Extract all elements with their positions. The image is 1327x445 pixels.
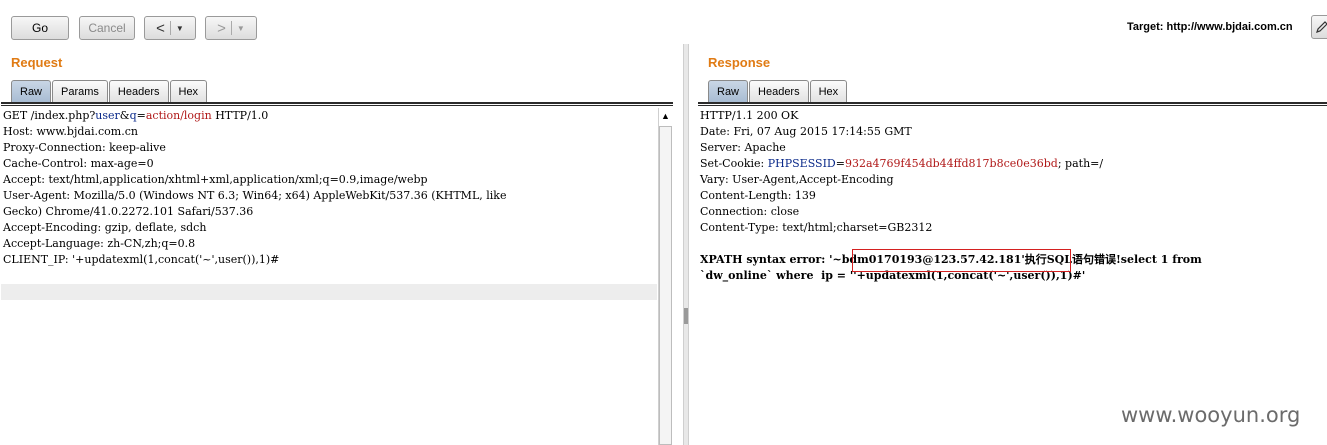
separator	[169, 21, 171, 35]
back-button[interactable]: < ▼	[144, 16, 196, 40]
tab-hex[interactable]: Hex	[809, 80, 848, 102]
request-line: Accept-Encoding: gzip, deflate, sdch	[3, 221, 207, 234]
request-tabs: Raw Params Headers Hex	[11, 80, 208, 102]
divider	[1, 105, 673, 106]
response-line: Vary: User-Agent,Accept-Encoding	[700, 173, 894, 186]
separator	[230, 21, 232, 35]
forward-arrow-icon: >	[217, 19, 226, 37]
tab-raw[interactable]: Raw	[708, 80, 749, 102]
request-line: Cache-Control: max-age=0	[3, 157, 154, 170]
request-line: Host: www.bjdai.com.cn	[3, 125, 138, 138]
request-line: User-Agent: Mozilla/5.0 (Windows NT 6.3;…	[3, 189, 507, 202]
tab-raw[interactable]: Raw	[11, 80, 52, 102]
scrollbar-thumb[interactable]	[659, 126, 672, 445]
cancel-button[interactable]: Cancel	[79, 16, 135, 40]
target-label: Target: http://www.bjdai.com.cn	[1127, 21, 1293, 33]
response-line: Server: Apache	[700, 141, 786, 154]
request-line: Accept: text/html,application/xhtml+xml,…	[3, 173, 428, 186]
tab-hex[interactable]: Hex	[169, 80, 208, 102]
splitter-grip-icon[interactable]	[684, 308, 688, 324]
divider	[1, 102, 673, 104]
request-line: Accept-Language: zh-CN,zh;q=0.8	[3, 237, 196, 250]
chevron-down-icon: ▼	[236, 23, 245, 33]
scroll-up-arrow-icon[interactable]: ▲	[661, 111, 670, 121]
edit-target-button[interactable]	[1311, 15, 1327, 39]
divider	[698, 102, 1327, 104]
request-line: CLIENT_IP: '+updatexml(1,concat('~',user…	[3, 253, 280, 266]
divider	[698, 105, 1327, 106]
response-line: Content-Length: 139	[700, 189, 816, 202]
request-title: Request	[11, 55, 63, 70]
pencil-icon	[1316, 21, 1327, 33]
tab-headers[interactable]: Headers	[108, 80, 169, 102]
request-line: Proxy-Connection: keep-alive	[3, 141, 166, 154]
highlight-annotation	[852, 249, 1071, 272]
response-line: Content-Type: text/html;charset=GB2312	[700, 221, 933, 234]
chevron-down-icon: ▼	[175, 23, 184, 33]
tab-params[interactable]: Params	[52, 80, 108, 102]
tab-headers[interactable]: Headers	[749, 80, 809, 102]
go-button[interactable]: Go	[11, 16, 69, 40]
forward-button[interactable]: > ▼	[205, 16, 257, 40]
watermark: www.wooyun.org	[1121, 403, 1301, 427]
response-line: HTTP/1.1 200 OK	[700, 109, 799, 122]
response-editor[interactable]: HTTP/1.1 200 OK Date: Fri, 07 Aug 2015 17…	[700, 108, 1103, 236]
request-line: GET /index.php?user&q=action/login HTTP/…	[3, 109, 269, 122]
current-line-highlight	[1, 284, 657, 300]
response-line: Connection: close	[700, 205, 800, 218]
pane-splitter[interactable]	[683, 44, 689, 445]
request-line: Gecko) Chrome/41.0.2272.101 Safari/537.3…	[3, 205, 254, 218]
response-title: Response	[708, 55, 771, 70]
back-arrow-icon: <	[156, 19, 165, 37]
request-editor[interactable]: GET /index.php?user&q=action/login HTTP/…	[3, 108, 506, 268]
response-line: Set-Cookie: PHPSESSID=932a4769f454db44ff…	[700, 157, 1104, 170]
response-tabs: Raw Headers Hex	[708, 80, 848, 102]
response-line: Date: Fri, 07 Aug 2015 17:14:55 GMT	[700, 125, 912, 138]
